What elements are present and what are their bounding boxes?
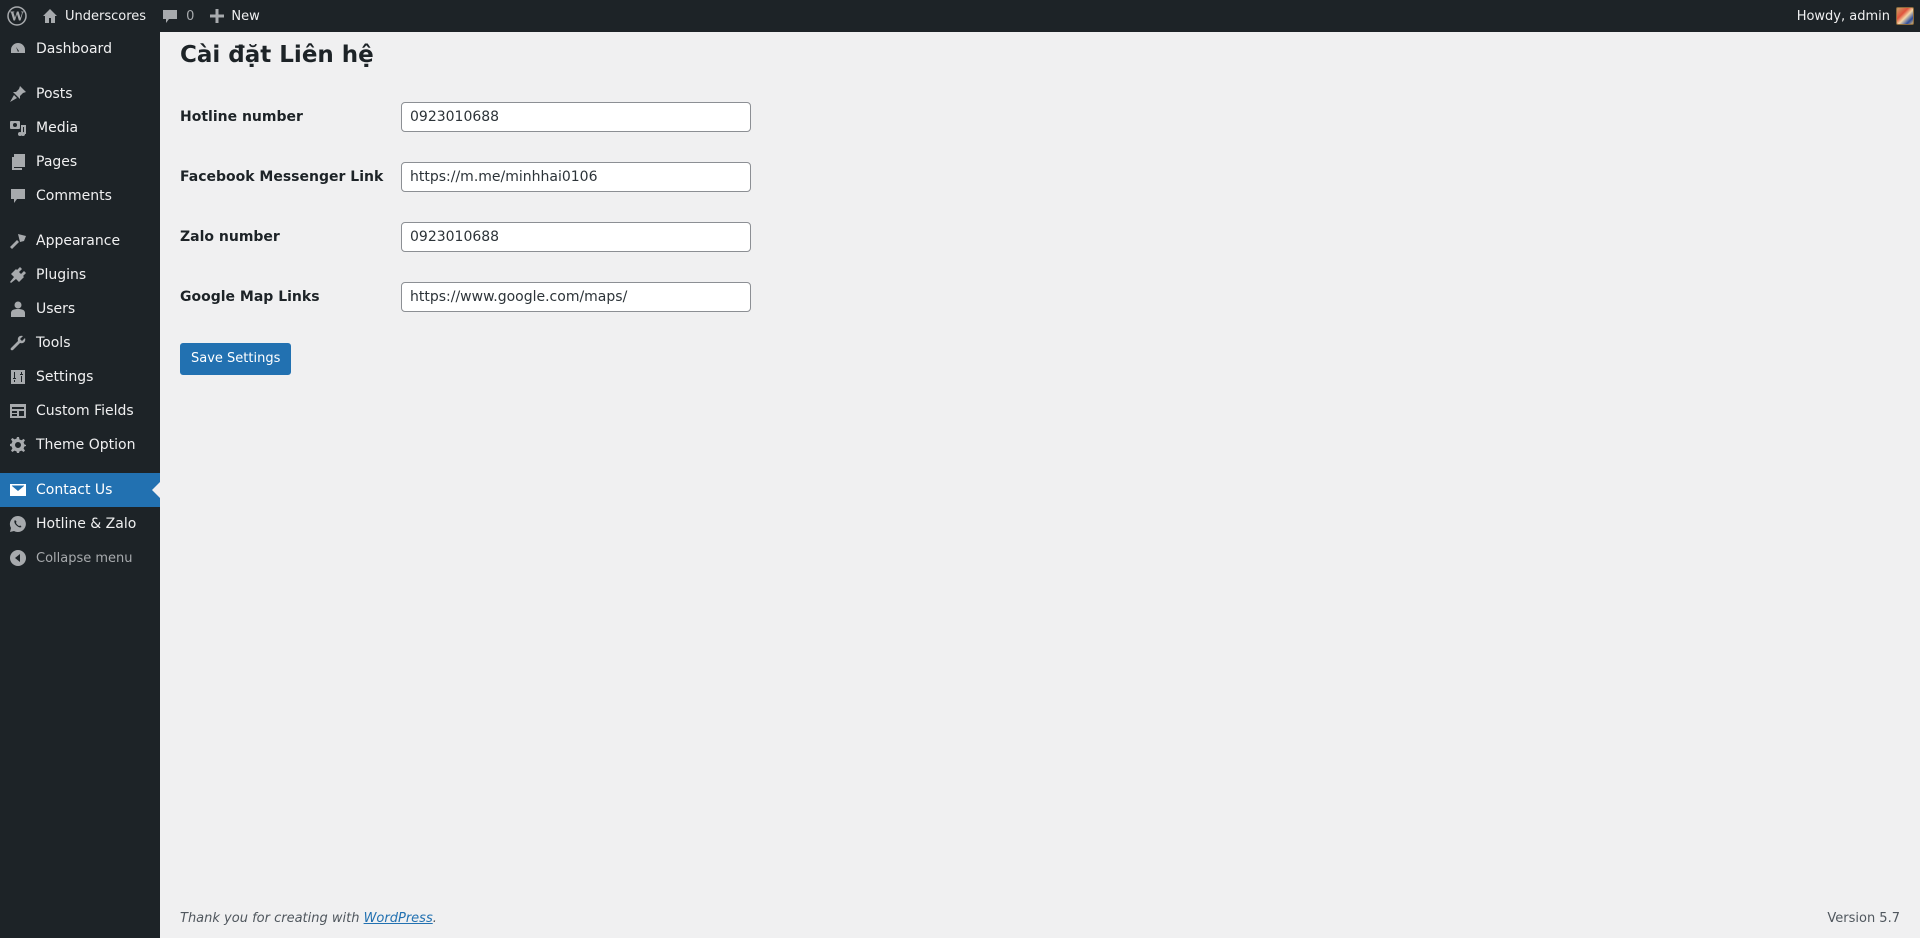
plus-icon: [210, 9, 225, 23]
paintbrush-icon: [0, 232, 36, 250]
site-name-link[interactable]: Underscores: [34, 0, 154, 32]
zalo-input[interactable]: [401, 221, 751, 252]
comments-link[interactable]: 0: [154, 0, 202, 32]
greeting: Howdy, admin: [1796, 8, 1890, 24]
google-map-label: Google Map Links: [180, 288, 320, 305]
sliders-icon: [0, 368, 36, 386]
wordpress-link[interactable]: WordPress: [364, 911, 433, 926]
plug-icon: [0, 266, 36, 284]
media-icon: [0, 119, 36, 137]
envelope-icon: [0, 481, 36, 499]
sidebar-item-dashboard[interactable]: Dashboard: [0, 32, 160, 66]
sidebar-item-plugins[interactable]: Plugins: [0, 258, 160, 292]
wordpress-icon: W: [7, 6, 27, 26]
zalo-label: Zalo number: [180, 228, 280, 245]
svg-text:W: W: [9, 10, 24, 24]
form-row-messenger: Facebook Messenger Link: [180, 147, 1920, 207]
google-map-input[interactable]: [401, 281, 751, 312]
sidebar-item-users[interactable]: Users: [0, 292, 160, 326]
gear-icon: [0, 436, 36, 454]
sidebar-item-appearance[interactable]: Appearance: [0, 224, 160, 258]
save-settings-button[interactable]: Save Settings: [180, 342, 292, 375]
new-content-button[interactable]: New: [202, 0, 267, 32]
footer-thanks: Thank you for creating with WordPress.: [180, 911, 437, 926]
site-name: Underscores: [65, 8, 147, 24]
sidebar-item-custom-fields[interactable]: Custom Fields: [0, 394, 160, 428]
wrench-icon: [0, 334, 36, 352]
sidebar-item-media[interactable]: Media: [0, 111, 160, 145]
version-text: Version 5.7: [1827, 911, 1900, 926]
form-row-zalo: Zalo number: [180, 207, 1920, 267]
admin-bar: W Underscores 0 New Howdy, admin: [0, 0, 1920, 32]
my-account-menu[interactable]: Howdy, admin: [1789, 0, 1920, 32]
sidebar-item-settings[interactable]: Settings: [0, 360, 160, 394]
hotline-label: Hotline number: [180, 108, 303, 125]
whatsapp-icon: [0, 515, 36, 533]
sidebar-item-tools[interactable]: Tools: [0, 326, 160, 360]
form-row-hotline: Hotline number: [180, 87, 1920, 147]
contact-settings-form: Hotline number Facebook Messenger Link Z…: [180, 87, 1920, 327]
footer: Thank you for creating with WordPress. V…: [180, 911, 1900, 926]
pin-icon: [0, 85, 36, 103]
table-icon: [0, 402, 36, 420]
comments-count: 0: [186, 8, 195, 24]
sidebar-item-pages[interactable]: Pages: [0, 145, 160, 179]
comment-icon: [0, 187, 36, 205]
page-title: Cài đặt Liên hệ: [180, 42, 374, 68]
sidebar-item-posts[interactable]: Posts: [0, 77, 160, 111]
collapse-menu-button[interactable]: Collapse menu: [0, 541, 160, 575]
sidebar-item-hotline-zalo[interactable]: Hotline & Zalo: [0, 507, 160, 541]
messenger-link-input[interactable]: [401, 161, 751, 192]
wordpress-logo-button[interactable]: W: [0, 0, 34, 32]
user-icon: [0, 300, 36, 318]
dashboard-icon: [0, 40, 36, 58]
form-row-google-map: Google Map Links: [180, 267, 1920, 327]
home-icon: [43, 9, 57, 23]
new-label: New: [231, 8, 260, 24]
hotline-input[interactable]: [401, 101, 751, 132]
sidebar-item-contact-us[interactable]: Contact Us: [0, 473, 160, 507]
admin-sidebar: Dashboard Posts Media Pages Comments App…: [0, 32, 160, 938]
sidebar-item-comments[interactable]: Comments: [0, 179, 160, 213]
comment-icon: [163, 10, 178, 23]
messenger-label: Facebook Messenger Link: [180, 168, 384, 185]
collapse-arrow-icon: [0, 549, 36, 567]
pages-icon: [0, 153, 36, 171]
main-content: Cài đặt Liên hệ Hotline number Facebook …: [160, 32, 1920, 938]
sidebar-item-theme-option[interactable]: Theme Option: [0, 428, 160, 462]
avatar: [1896, 7, 1914, 25]
